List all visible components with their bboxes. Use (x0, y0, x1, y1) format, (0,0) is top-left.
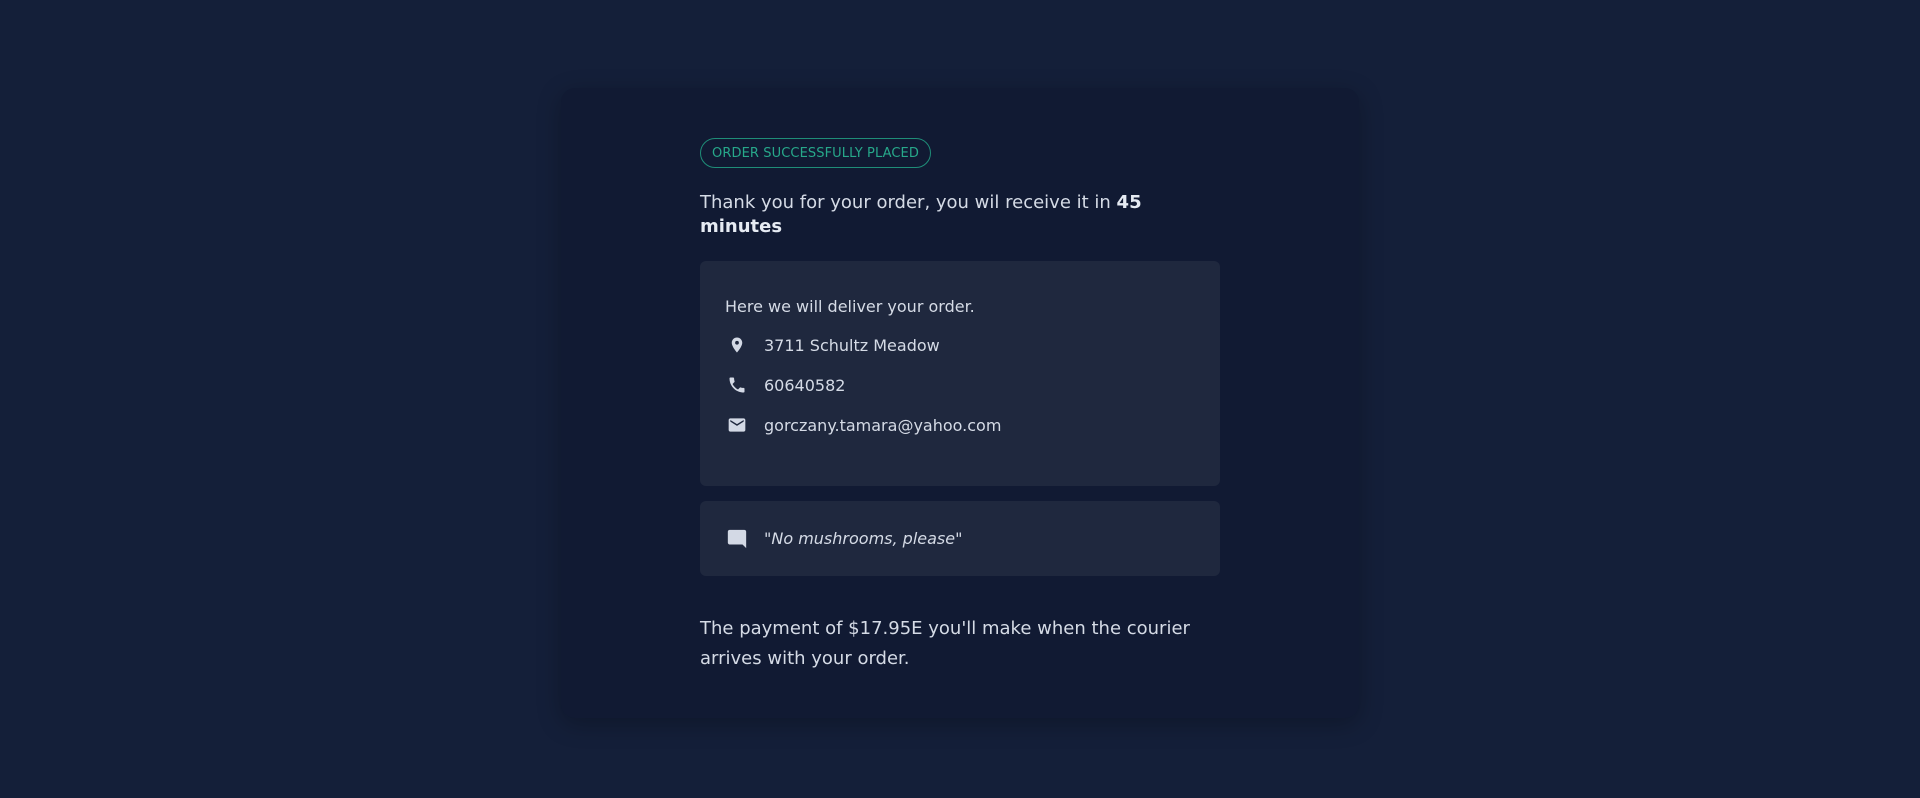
delivery-phone-row: 60640582 (725, 373, 1195, 397)
delivery-info-panel: Here we will deliver your order. 3711 Sc… (700, 261, 1220, 486)
delivery-email: gorczany.tamara@yahoo.com (764, 415, 1002, 435)
payment-message: The payment of $17.95E you'll make when … (700, 618, 1190, 669)
order-confirmation-content: ORDER SUCCESSFULLY PLACED Thank you for … (700, 138, 1220, 674)
delivery-phone: 60640582 (764, 375, 846, 395)
order-note-panel: "No mushrooms, please" (700, 501, 1220, 576)
thank-you-text: Thank you for your order, you wil receiv… (700, 192, 1117, 213)
delivery-address-row: 3711 Schultz Meadow (725, 333, 1195, 357)
comment-icon (725, 527, 749, 551)
mail-icon (725, 413, 749, 437)
status-badge: ORDER SUCCESSFULLY PLACED (700, 138, 931, 168)
delivery-address: 3711 Schultz Meadow (764, 335, 940, 355)
order-note-text: "No mushrooms, please" (764, 529, 963, 548)
location-pin-icon (725, 333, 749, 357)
delivery-intro: Here we will deliver your order. (725, 297, 975, 316)
phone-icon (725, 373, 749, 397)
thank-you-message: Thank you for your order, you wil receiv… (700, 191, 1220, 239)
order-confirmation-card: ORDER SUCCESSFULLY PLACED Thank you for … (561, 88, 1359, 718)
delivery-email-row: gorczany.tamara@yahoo.com (725, 413, 1195, 437)
